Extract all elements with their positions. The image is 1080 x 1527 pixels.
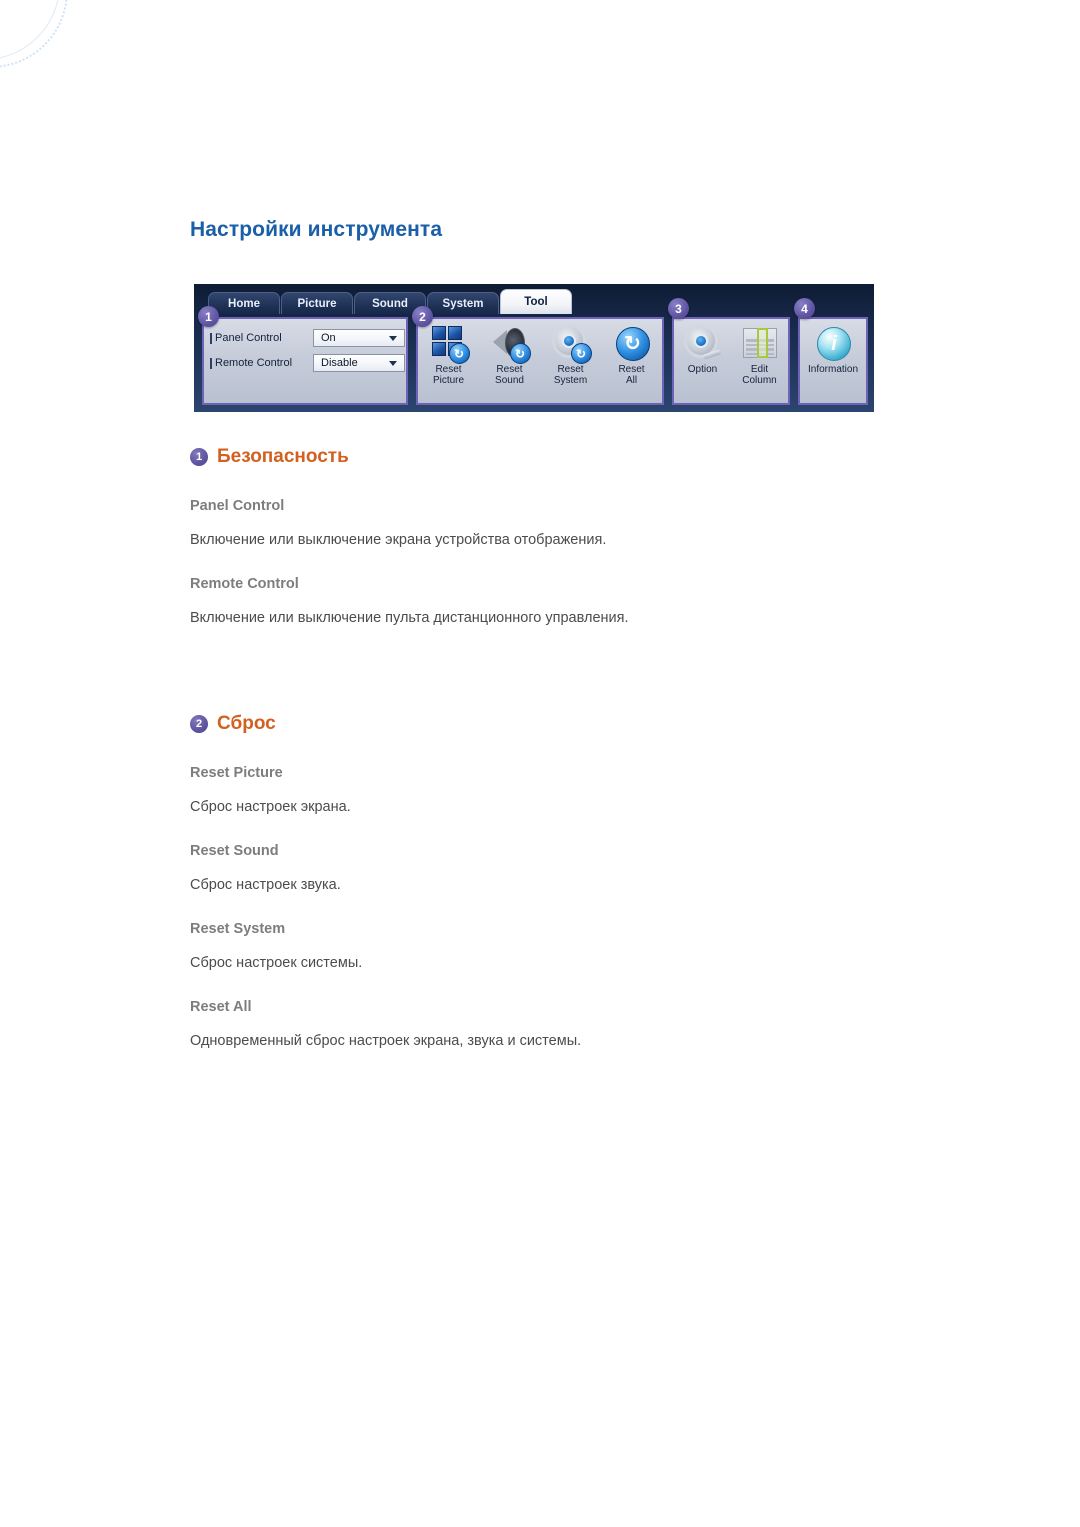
reset-sound-button[interactable]: ↻ Reset Sound [481,324,539,386]
remote-control-label: Remote Control [215,357,293,369]
reset-all-caption: Reset All [618,364,644,386]
caption-line-2: System [553,375,588,386]
wrench-icon [703,348,723,362]
reset-sound-caption: Reset Sound [495,364,524,386]
item-name: Reset System [190,921,286,938]
item-description: Сброс настроек системы. [190,955,363,972]
item-description: Сброс настроек звука. [190,876,341,893]
page-title: Настройки инструмента [190,218,443,241]
tab-home[interactable]: Home [208,292,280,314]
section-security: 1 Безопасность Panel Control Включение и… [190,446,890,629]
item-name: Reset All [190,999,252,1016]
tab-tool[interactable]: Tool [500,289,572,314]
section-security-heading: 1 Безопасность [190,446,890,468]
reset-button-row: ↻ Reset Picture ↻ Reset Sound ↻ Reset Sy… [418,324,662,386]
bullet-bar-icon [210,357,212,369]
group-information: i Information [798,317,868,405]
refresh-badge-icon: ↻ [570,343,592,364]
item-name: Panel Control [190,498,285,514]
reset-system-icon: ↻ [552,324,592,364]
reset-picture-button[interactable]: ↻ Reset Picture [420,324,478,386]
edit-column-caption: Edit Column [742,364,776,386]
remote-control-dropdown[interactable]: Disable [313,354,405,372]
tab-bar: Home Picture Sound System Tool [208,288,572,314]
remote-control-row: Remote Control Disable [210,354,405,372]
mdc-tool-tab-screenshot: Home Picture Sound System Tool Panel Con… [194,284,874,412]
panel-control-dropdown[interactable]: On [313,329,405,347]
reset-system-button[interactable]: ↻ Reset System [542,324,600,386]
reset-sound-icon: ↻ [491,324,531,364]
item-reset-picture: Reset Picture Сброс настроек экрана. [190,765,890,817]
chevron-down-icon [389,335,397,341]
corner-decoration-arc [0,0,68,68]
panel-control-value: On [321,332,336,344]
information-caption: Information [808,364,858,375]
item-name: Remote Control [190,576,299,593]
information-button-row: i Information [800,324,866,375]
callout-3: 3 [668,298,689,319]
panel-control-label: Panel Control [215,332,282,344]
callout-1: 1 [198,306,219,327]
caption-line-2: All [625,375,638,386]
refresh-badge-icon: ↻ [509,343,531,364]
option-button-row: Option Edit Column [674,324,788,386]
caption-line-1: Reset [557,364,584,375]
chevron-down-icon [389,360,397,366]
item-name: Reset Sound [190,842,279,859]
section-title-reset: Сброс [217,712,276,734]
caption-line-1: Reset [496,364,523,375]
caption-line-1: Reset [435,364,462,375]
reset-all-icon: ↻ [613,324,651,362]
section-badge-2: 2 [190,714,208,733]
remote-control-value: Disable [321,357,358,369]
option-icon [684,324,722,362]
option-button[interactable]: Option [674,324,731,375]
item-reset-all: Reset All Одновременный сброс настроек э… [190,999,890,1051]
callout-4: 4 [794,298,815,319]
group-reset: ↻ Reset Picture ↻ Reset Sound ↻ Reset Sy… [416,317,664,405]
item-name: Reset Picture [190,764,283,781]
section-title-security: Безопасность [217,446,349,467]
caption-line-2: Picture [432,375,465,386]
reset-picture-caption: Reset Picture [433,364,464,386]
refresh-circle-icon: ↻ [615,327,650,361]
group-security: Panel Control On Remote Control Disable [202,317,408,405]
document-page: Настройки инструмента Home Picture Sound… [0,0,1080,1527]
section-badge-1: 1 [190,448,208,466]
reset-all-button[interactable]: ↻ Reset All [603,324,661,386]
section-reset: 2 Сброс Reset Picture Сброс настроек экр… [190,713,890,1052]
reset-picture-icon: ↻ [430,324,470,364]
section-reset-heading: 2 Сброс [190,713,890,735]
caption-line-2: Column [742,375,777,386]
bullet-bar-icon [210,332,212,344]
tab-picture[interactable]: Picture [281,292,353,314]
caption-line-1: Edit [750,364,769,375]
item-description: Включение или выключение экрана устройст… [190,532,607,548]
tab-system[interactable]: System [427,292,499,314]
item-reset-sound: Reset Sound Сброс настроек звука. [190,843,890,895]
page-content: Настройки инструмента Home Picture Sound… [190,218,890,1078]
edit-column-button[interactable]: Edit Column [731,324,788,386]
information-button[interactable]: i Information [804,324,862,375]
caption-line-1: Reset [618,364,645,375]
item-description: Сброс настроек экрана. [190,798,351,815]
panel-control-row: Panel Control On [210,329,405,347]
caption-line-1: Information [807,364,859,375]
edit-column-icon [741,324,779,362]
item-description: Включение или выключение пульта дистанци… [190,610,629,627]
caption-line-2: Sound [495,375,524,386]
callout-2: 2 [412,306,433,327]
refresh-badge-icon: ↻ [448,343,470,364]
item-panel-control: Panel Control Включение или выключение э… [190,498,890,550]
caption-line-1: Option [687,364,718,375]
group-option: Option Edit Column [672,317,790,405]
information-icon: i [814,324,852,362]
item-reset-system: Reset System Сброс настроек системы. [190,921,890,973]
option-caption: Option [688,364,717,375]
item-remote-control: Remote Control Включение или выключение … [190,576,890,628]
item-description: Одновременный сброс настроек экрана, зву… [190,1033,582,1050]
reset-system-caption: Reset System [554,364,587,386]
corner-decoration-arc-outer [0,0,60,60]
